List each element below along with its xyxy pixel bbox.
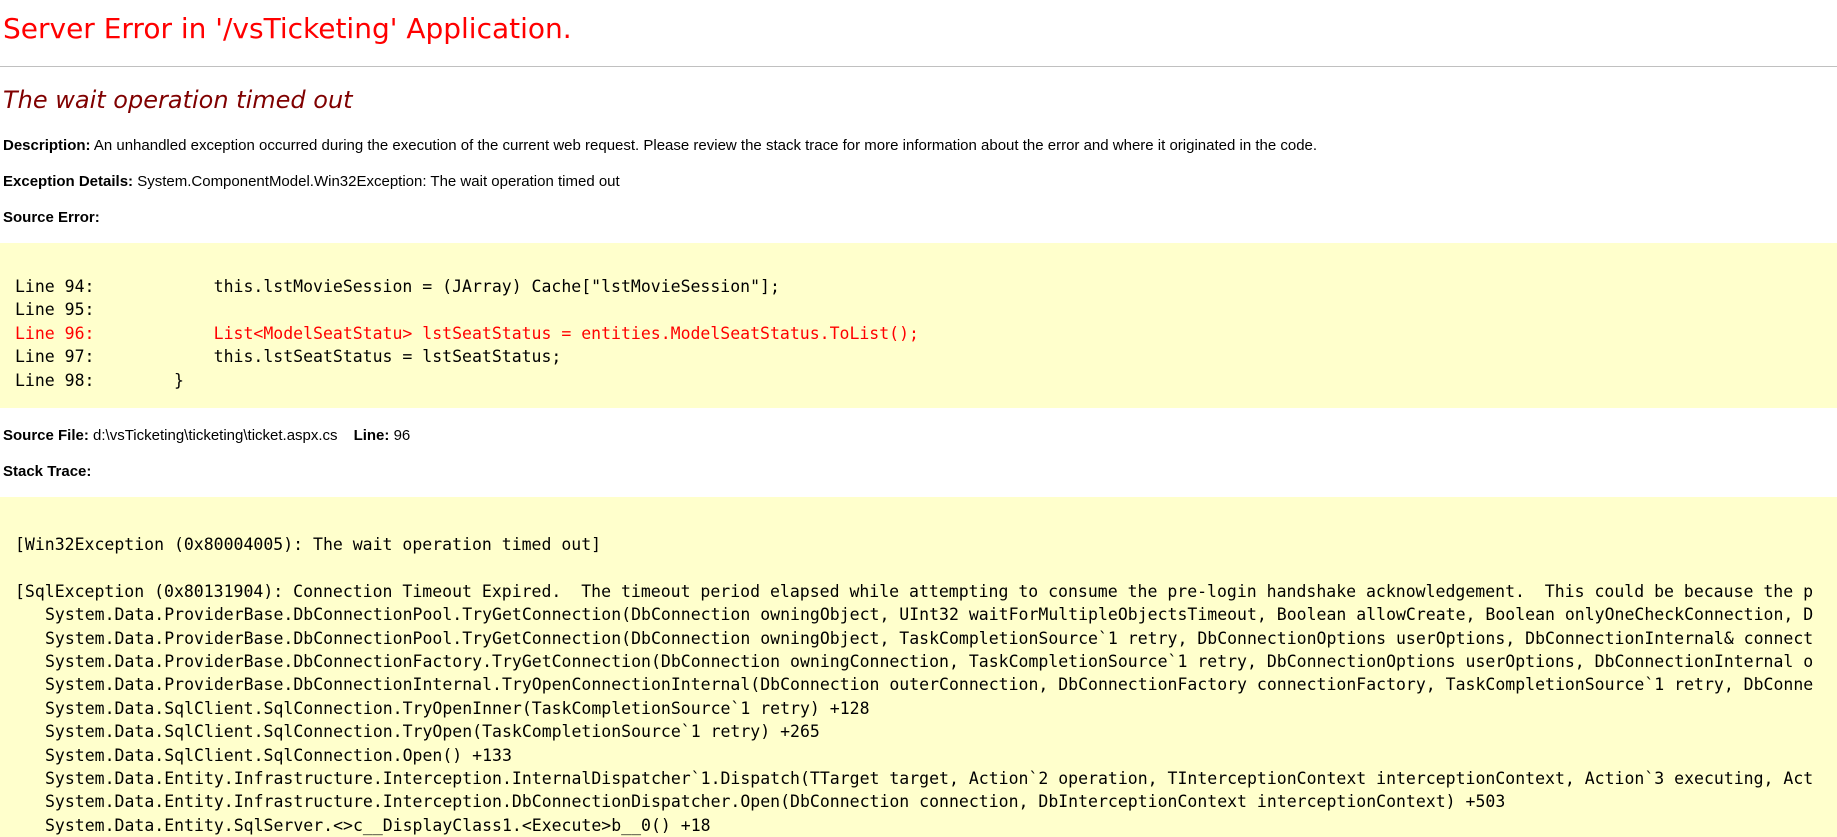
exception-details-text: System.ComponentModel.Win32Exception: Th… bbox=[133, 173, 620, 190]
description-section: Description: An unhandled exception occu… bbox=[3, 137, 1317, 154]
header-divider bbox=[0, 66, 1837, 67]
page-title: Server Error in '/vsTicketing' Applicati… bbox=[3, 12, 572, 45]
source-error-code-block: Line 94: this.lstMovieSession = (JArray)… bbox=[0, 243, 1837, 408]
stack-frame: System.Data.Entity.Infrastructure.Interc… bbox=[45, 792, 1506, 812]
source-code-line: Line 97: this.lstSeatStatus = lstSeatSta… bbox=[15, 347, 562, 367]
stack-frame: System.Data.ProviderBase.DbConnectionPoo… bbox=[45, 605, 1814, 625]
stack-frame: System.Data.SqlClient.SqlConnection.Open… bbox=[45, 745, 512, 765]
exception-details-label: Exception Details: bbox=[3, 173, 134, 190]
error-message-heading: The wait operation timed out bbox=[3, 86, 353, 114]
exception-details-section: Exception Details: System.ComponentModel… bbox=[3, 173, 620, 190]
description-text: An unhandled exception occurred during t… bbox=[90, 137, 1318, 154]
stack-frame: System.Data.SqlClient.SqlConnection.TryO… bbox=[45, 722, 820, 742]
stack-frame: System.Data.Entity.Infrastructure.Interc… bbox=[45, 768, 1814, 788]
win32-exception-line: [Win32Exception (0x80004005): The wait o… bbox=[15, 535, 602, 554]
source-code-line: Line 95: bbox=[15, 300, 95, 320]
sql-exception-line: [SqlException (0x80131904): Connection T… bbox=[15, 581, 1814, 601]
source-error-label: Source Error: bbox=[3, 209, 100, 226]
source-code-line: Line 94: this.lstMovieSession = (JArray)… bbox=[15, 277, 780, 296]
source-code-line: Line 98: } bbox=[15, 370, 184, 390]
source-error-section: Source Error: bbox=[3, 209, 100, 226]
stack-frame: System.Data.ProviderBase.DbConnectionPoo… bbox=[45, 628, 1814, 648]
source-file-label: Source File: bbox=[3, 427, 89, 444]
source-file-path: d:\vsTicketing\ticketing\ticket.aspx.cs bbox=[88, 427, 338, 444]
source-code-line-highlighted: Line 96: List<ModelSeatStatu> lstSeatSta… bbox=[15, 323, 919, 343]
source-file-section: Source File: d:\vsTicketing\ticketing\ti… bbox=[3, 427, 410, 444]
line-number-value: 96 bbox=[389, 427, 411, 444]
error-page: Server Error in '/vsTicketing' Applicati… bbox=[0, 0, 1837, 837]
stack-trace-section: Stack Trace: bbox=[3, 463, 91, 480]
stack-frame: System.Data.ProviderBase.DbConnectionInt… bbox=[45, 675, 1814, 695]
description-label: Description: bbox=[3, 137, 91, 154]
stack-trace-code-block: [Win32Exception (0x80004005): The wait o… bbox=[0, 497, 1837, 837]
stack-trace-label: Stack Trace: bbox=[3, 463, 92, 480]
stack-frame: System.Data.Entity.SqlServer.<>c__Displa… bbox=[45, 815, 711, 835]
stack-frame: System.Data.ProviderBase.DbConnectionFac… bbox=[45, 651, 1814, 671]
line-number-label: Line: bbox=[353, 427, 390, 444]
stack-frame: System.Data.SqlClient.SqlConnection.TryO… bbox=[45, 698, 870, 718]
